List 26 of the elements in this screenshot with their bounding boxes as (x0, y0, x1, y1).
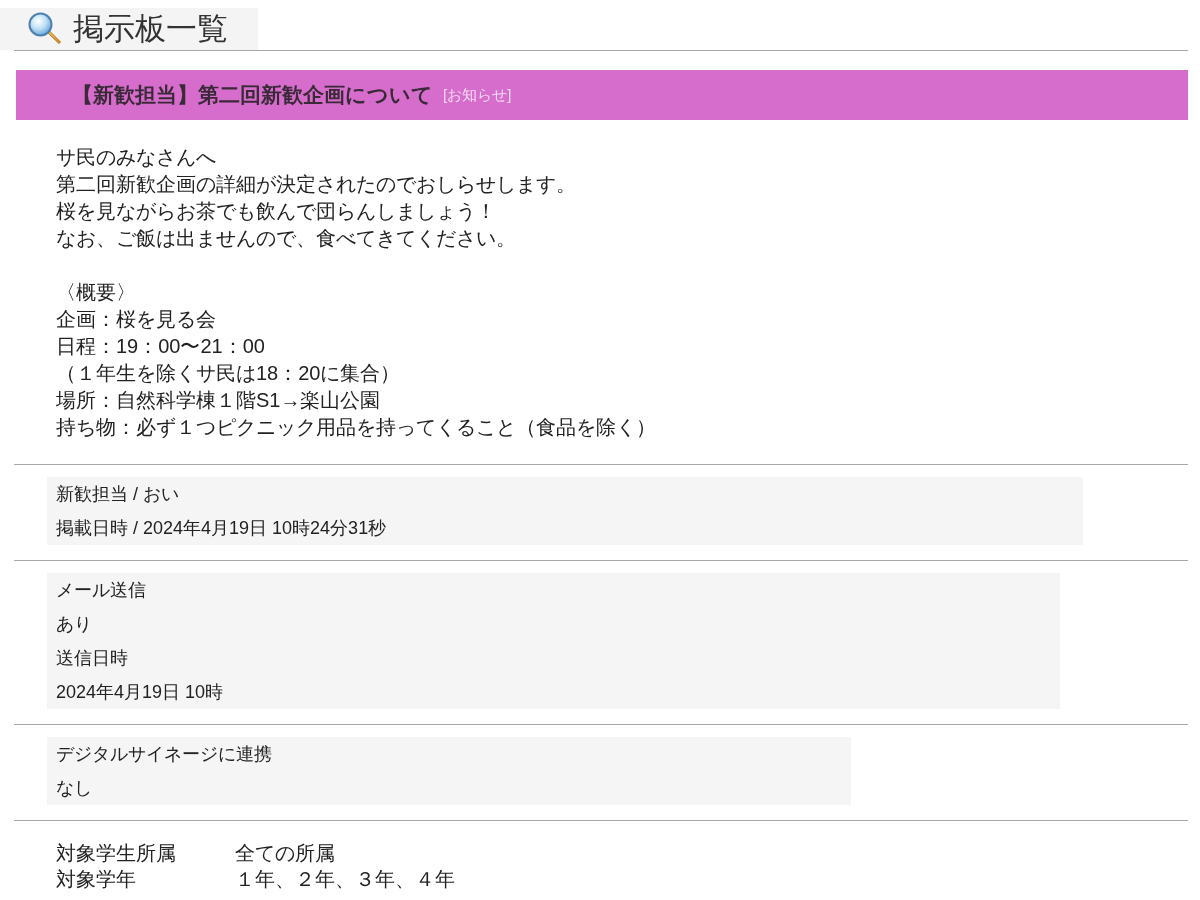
page-title: 掲示板一覧 (73, 10, 228, 48)
target-label: 対象学年 (56, 867, 137, 892)
info-text: 送信日時 (56, 647, 129, 670)
search-icon (28, 12, 62, 46)
notice-title: 【新歓担当】第二回新歓企画について (72, 82, 433, 108)
info-text: デジタルサイネージに連携 (56, 743, 273, 766)
message-line: 桜を見ながらお茶でも飲んで団らんしましょう！ (56, 199, 497, 224)
info-text: 新歓担当 / おい (56, 483, 180, 506)
message-line: 日程：19：00〜21：00 (56, 334, 266, 359)
message-line: 企画：桜を見る会 (56, 307, 217, 332)
category-tag: [お知らせ] (443, 85, 512, 105)
message-line: （１年生を除くサ民は18：20に集合） (56, 361, 402, 386)
message-line: 持ち物：必ず１つピクニック用品を持ってくること（食品を除く） (56, 415, 657, 440)
info-text: あり (56, 613, 93, 636)
info-text: 2024年4月19日 10時 (56, 681, 225, 704)
info-text: なし (56, 777, 93, 800)
message-line: 第二回新歓企画の詳細が決定されたのでおしらせします。 (56, 172, 577, 197)
message-line: なお、ご飯は出ませんので、食べてきてください。 (56, 226, 517, 251)
target-label: 対象学生所属 (56, 841, 177, 866)
info-text: メール送信 (56, 579, 147, 602)
message-line: サ民のみなさんへ (56, 145, 217, 170)
info-text: 掲載日時 / 2024年4月19日 10時24分31秒 (56, 517, 388, 540)
message-line: 場所：自然科学棟１階S1→楽山公園 (56, 388, 382, 413)
target-value: １年、２年、３年、４年 (235, 867, 455, 892)
message-line: 〈概要〉 (56, 280, 137, 305)
target-value: 全ての所属 (235, 841, 336, 866)
